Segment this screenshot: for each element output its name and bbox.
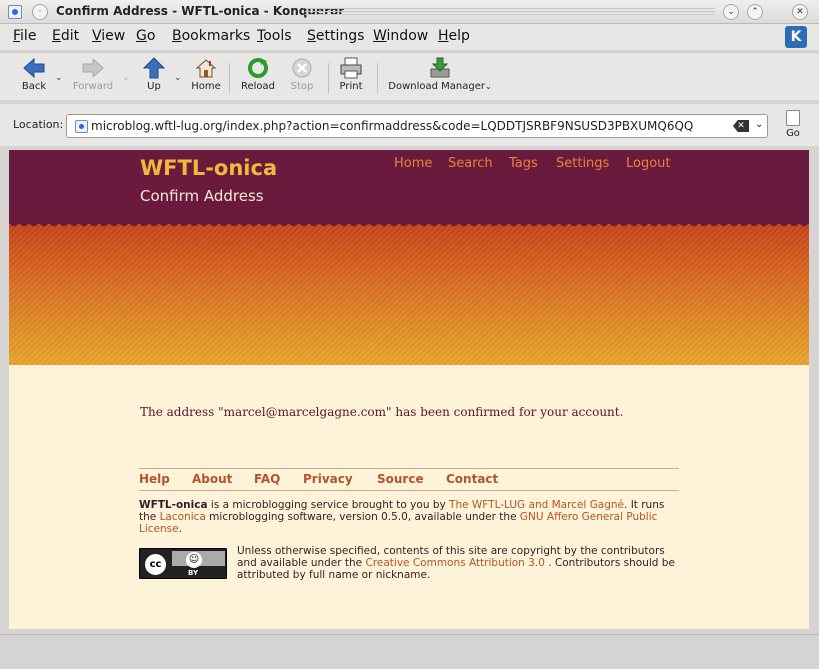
nav-settings[interactable]: Settings — [556, 156, 609, 171]
status-bar — [0, 634, 819, 669]
home-icon — [195, 59, 217, 78]
location-bar: Location: microblog.wftl-lug.org/index.p… — [0, 104, 819, 146]
cc-license-badge[interactable]: cc ☺ BY — [139, 548, 227, 579]
kde-logo-icon: K — [785, 26, 807, 48]
back-button[interactable]: Back — [18, 57, 50, 99]
konqueror-app-icon[interactable] — [8, 5, 22, 19]
footer-nav: Help About FAQ Privacy Source Contact — [139, 468, 679, 491]
nav-search[interactable]: Search — [448, 156, 493, 171]
window-title: Confirm Address - WFTL-onica - Konqueror — [56, 4, 345, 18]
minimize-button[interactable]: ⌄ — [723, 4, 739, 20]
nav-logout[interactable]: Logout — [626, 156, 671, 171]
toolbar-separator — [328, 63, 329, 93]
download-manager-button[interactable]: Download Manager⌄ — [388, 57, 492, 99]
forward-arrow-icon — [82, 57, 104, 79]
header-banner-image — [9, 224, 809, 365]
forward-button[interactable]: Forward — [70, 57, 116, 99]
nav-home[interactable]: Home — [394, 156, 432, 171]
titlebar-grip — [305, 8, 715, 16]
url-history-dropdown[interactable]: ⌄ — [755, 119, 763, 130]
printer-icon — [340, 57, 362, 79]
window-titlebar: · Confirm Address - WFTL-onica - Konquer… — [0, 0, 819, 24]
footer-about-link[interactable]: About — [192, 472, 232, 486]
download-manager-dropdown-icon: ⌄ — [485, 82, 492, 91]
laconica-link[interactable]: Laconica — [160, 511, 206, 523]
menu-help[interactable]: Help — [438, 28, 470, 44]
go-button[interactable]: Go — [782, 110, 804, 139]
site-name[interactable]: WFTL-onica — [140, 156, 277, 180]
footer-privacy-link[interactable]: Privacy — [303, 472, 353, 486]
menu-tools[interactable]: Tools — [257, 28, 292, 44]
url-field[interactable]: microblog.wftl-lug.org/index.php?action=… — [66, 114, 768, 138]
close-button[interactable]: ✕ — [792, 4, 808, 20]
up-button[interactable]: Up — [141, 57, 167, 99]
menu-bar: File Edit View Go Bookmarks Tools Settin… — [0, 24, 819, 50]
cc-icon: cc — [143, 552, 168, 577]
reload-icon — [248, 58, 268, 78]
page-title: Confirm Address — [140, 187, 264, 205]
site-header: WFTL-onica Confirm Address Home Search T… — [9, 150, 809, 224]
forward-history-dropdown[interactable]: ⌄ — [122, 73, 130, 83]
toolbar-separator — [377, 63, 378, 93]
toolbar-separator — [229, 63, 230, 93]
maximize-button[interactable]: ⌃ — [747, 4, 763, 20]
favicon-icon — [75, 120, 88, 133]
about-provider-link[interactable]: The WFTL-LUG and Marcel Gagné — [449, 499, 624, 511]
url-text[interactable]: microblog.wftl-lug.org/index.php?action=… — [91, 119, 731, 133]
menu-view[interactable]: View — [92, 28, 125, 44]
up-dropdown[interactable]: ⌄ — [174, 73, 182, 83]
download-icon — [430, 57, 450, 78]
license-text: Unless otherwise specified, contents of … — [237, 545, 675, 581]
menu-go[interactable]: Go — [136, 28, 155, 44]
web-page: WFTL-onica Confirm Address Home Search T… — [9, 150, 809, 629]
menu-window[interactable]: Window — [373, 28, 428, 44]
menu-settings[interactable]: Settings — [307, 28, 364, 44]
stop-button[interactable]: Stop — [288, 57, 316, 99]
confirmation-message: The address "marcel@marcelgagne.com" has… — [140, 405, 624, 419]
about-brand: WFTL-onica — [139, 499, 208, 511]
print-button[interactable]: Print — [337, 57, 365, 99]
menu-edit[interactable]: Edit — [52, 28, 79, 44]
home-button[interactable]: Home — [189, 57, 223, 99]
footer-faq-link[interactable]: FAQ — [254, 472, 280, 486]
main-toolbar: Back ⌄ Forward ⌄ Up ⌄ Home Reload Stop P… — [0, 52, 819, 100]
up-arrow-icon — [142, 57, 166, 79]
clear-url-icon[interactable]: ✕ — [733, 120, 749, 132]
stop-icon — [292, 58, 312, 78]
footer-source-link[interactable]: Source — [377, 472, 424, 486]
back-history-dropdown[interactable]: ⌄ — [55, 73, 63, 83]
about-text: WFTL-onica is a microblogging service br… — [139, 499, 665, 535]
cc-by-label: BY — [188, 569, 199, 577]
location-label: Location: — [13, 118, 64, 131]
footer-help-link[interactable]: Help — [139, 472, 170, 486]
back-arrow-icon — [23, 57, 45, 79]
header-scalloped-edge — [9, 222, 809, 230]
nav-tags[interactable]: Tags — [509, 156, 538, 171]
menu-file[interactable]: File — [13, 28, 36, 44]
attribution-person-icon: ☺ — [186, 552, 202, 568]
footer-contact-link[interactable]: Contact — [446, 472, 498, 486]
go-icon — [786, 110, 800, 126]
cc-license-link[interactable]: Creative Commons Attribution 3.0 — [365, 557, 544, 569]
pin-icon[interactable]: · — [32, 4, 48, 20]
menu-bookmarks[interactable]: Bookmarks — [172, 28, 250, 44]
reload-button[interactable]: Reload — [240, 57, 276, 99]
